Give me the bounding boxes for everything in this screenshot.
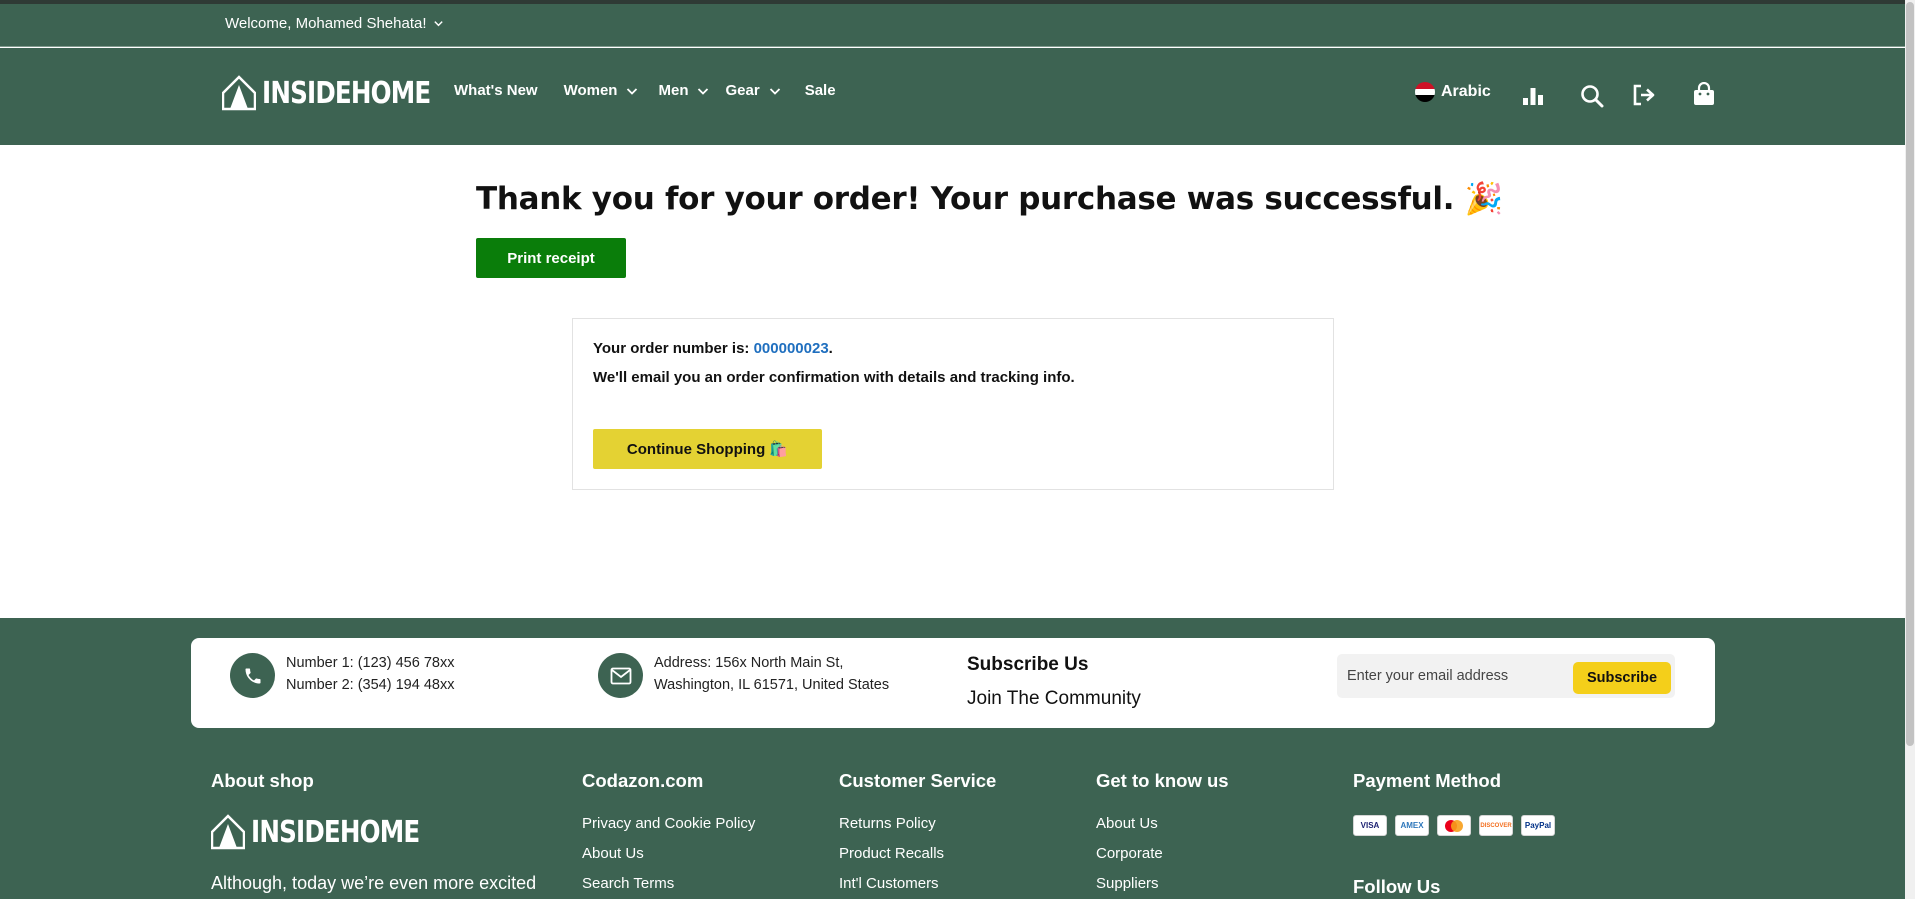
header-actions: Arabic xyxy=(1415,82,1491,102)
address-line-2: Washington, IL 61571, United States xyxy=(654,677,890,693)
order-number-prefix: Your order number is: xyxy=(593,340,754,357)
welcome-text: Welcome, Mohamed Shehata! xyxy=(225,15,427,32)
confirmation-text: We'll email you an order confirmation wi… xyxy=(593,369,1075,386)
footer-link-about-us-2[interactable]: About Us xyxy=(1096,815,1158,832)
nav-label: Men xyxy=(658,82,689,99)
store-address: Address: 156x North Main St, Washington,… xyxy=(654,652,889,696)
nav-label: What's New xyxy=(454,82,538,99)
site-logo[interactable]: INSIDEHOME xyxy=(222,75,467,111)
paypal-card-icon: PayPal xyxy=(1521,815,1555,836)
search-icon[interactable] xyxy=(1580,84,1604,108)
discover-card-icon: DISCOVER xyxy=(1479,815,1513,836)
footer-logo-text: INSIDEHOME xyxy=(251,814,420,850)
footer-link-recalls[interactable]: Product Recalls xyxy=(839,845,944,862)
language-switcher[interactable]: Arabic xyxy=(1415,82,1491,102)
chevron-down-icon xyxy=(627,87,638,95)
subscribe-title: Subscribe Us xyxy=(967,654,1089,675)
get-to-know-title: Get to know us xyxy=(1096,770,1229,791)
top-bar: Welcome, Mohamed Shehata! xyxy=(0,4,1905,47)
newsletter-email-input[interactable] xyxy=(1337,654,1567,698)
phone-number-1: Number 1: (123) 456 78xx xyxy=(286,655,455,671)
compare-icon[interactable] xyxy=(1522,86,1544,106)
print-receipt-button[interactable]: Print receipt xyxy=(476,238,626,278)
language-label: Arabic xyxy=(1441,83,1491,100)
chevron-down-icon xyxy=(433,21,443,27)
main-nav: What's New Women Men Gear Sale xyxy=(454,82,862,99)
contact-card: Number 1: (123) 456 78xx Number 2: (354)… xyxy=(191,638,1715,728)
subscribe-tagline: Join The Community xyxy=(967,688,1141,709)
order-summary-box: Your order number is: 000000023. We'll e… xyxy=(572,318,1334,490)
nav-label: Sale xyxy=(804,82,836,99)
footer-link-suppliers[interactable]: Suppliers xyxy=(1096,875,1159,892)
footer-link-privacy[interactable]: Privacy and Cookie Policy xyxy=(582,815,755,832)
amex-card-icon: AMEX xyxy=(1395,815,1429,836)
page-title: Thank you for your order! Your purchase … xyxy=(476,181,1504,217)
scrollbar-thumb[interactable] xyxy=(1906,2,1914,746)
codazon-column-title: Codazon.com xyxy=(582,770,704,791)
nav-whats-new[interactable]: What's New xyxy=(454,82,538,99)
address-line-1: Address: 156x North Main St, xyxy=(654,655,844,671)
site-footer: Number 1: (123) 456 78xx Number 2: (354)… xyxy=(0,618,1905,899)
phone-numbers: Number 1: (123) 456 78xx Number 2: (354)… xyxy=(286,652,454,696)
about-shop-text: Although, today we’re even more excited xyxy=(211,873,537,893)
customer-service-title: Customer Service xyxy=(839,770,997,791)
nav-women[interactable]: Women xyxy=(564,82,639,99)
payment-method-title: Payment Method xyxy=(1353,770,1502,791)
nav-gear[interactable]: Gear xyxy=(725,82,780,99)
phone-number-2: Number 2: (354) 194 48xx xyxy=(286,677,455,693)
order-number-suffix: . xyxy=(828,340,833,357)
payment-cards: VISA AMEX DISCOVER PayPal xyxy=(1353,815,1555,836)
footer-link-about-us[interactable]: About Us xyxy=(582,845,644,862)
logo-text: INSIDEHOME xyxy=(262,75,431,111)
newsletter-form: Subscribe xyxy=(1337,654,1675,698)
phone-icon xyxy=(230,653,275,698)
page-scrollbar[interactable] xyxy=(1905,0,1915,899)
subscribe-button[interactable]: Subscribe xyxy=(1573,662,1671,694)
nav-men[interactable]: Men xyxy=(658,82,709,99)
footer-logo[interactable]: INSIDEHOME xyxy=(211,814,456,850)
order-number-line: Your order number is: 000000023. xyxy=(593,340,833,357)
nav-label: Women xyxy=(563,82,618,99)
welcome-menu[interactable]: Welcome, Mohamed Shehata! xyxy=(225,15,444,32)
logo-mark-icon xyxy=(222,75,256,111)
cart-icon[interactable] xyxy=(1693,82,1715,106)
logo-mark-icon xyxy=(211,814,245,850)
continue-shopping-button[interactable]: Continue Shopping 🛍️ xyxy=(593,429,822,469)
visa-card-icon: VISA xyxy=(1353,815,1387,836)
footer-link-search-terms[interactable]: Search Terms xyxy=(582,875,674,892)
main-header: INSIDEHOME What's New Women Men Gear Sal… xyxy=(0,48,1905,145)
logout-icon[interactable] xyxy=(1632,84,1656,106)
footer-link-intl-customers[interactable]: Int'l Customers xyxy=(839,875,939,892)
nav-sale[interactable]: Sale xyxy=(805,82,836,99)
chevron-down-icon xyxy=(698,87,709,95)
footer-link-corporate[interactable]: Corporate xyxy=(1096,845,1163,862)
nav-label: Gear xyxy=(725,82,760,99)
chevron-down-icon xyxy=(769,87,780,95)
order-number-link[interactable]: 000000023 xyxy=(754,340,829,357)
mail-icon xyxy=(598,653,643,698)
egypt-flag-icon xyxy=(1415,82,1435,102)
about-shop-title: About shop xyxy=(211,770,314,791)
follow-us-title: Follow Us xyxy=(1353,876,1441,897)
mastercard-icon xyxy=(1437,815,1471,836)
footer-link-returns[interactable]: Returns Policy xyxy=(839,815,936,832)
